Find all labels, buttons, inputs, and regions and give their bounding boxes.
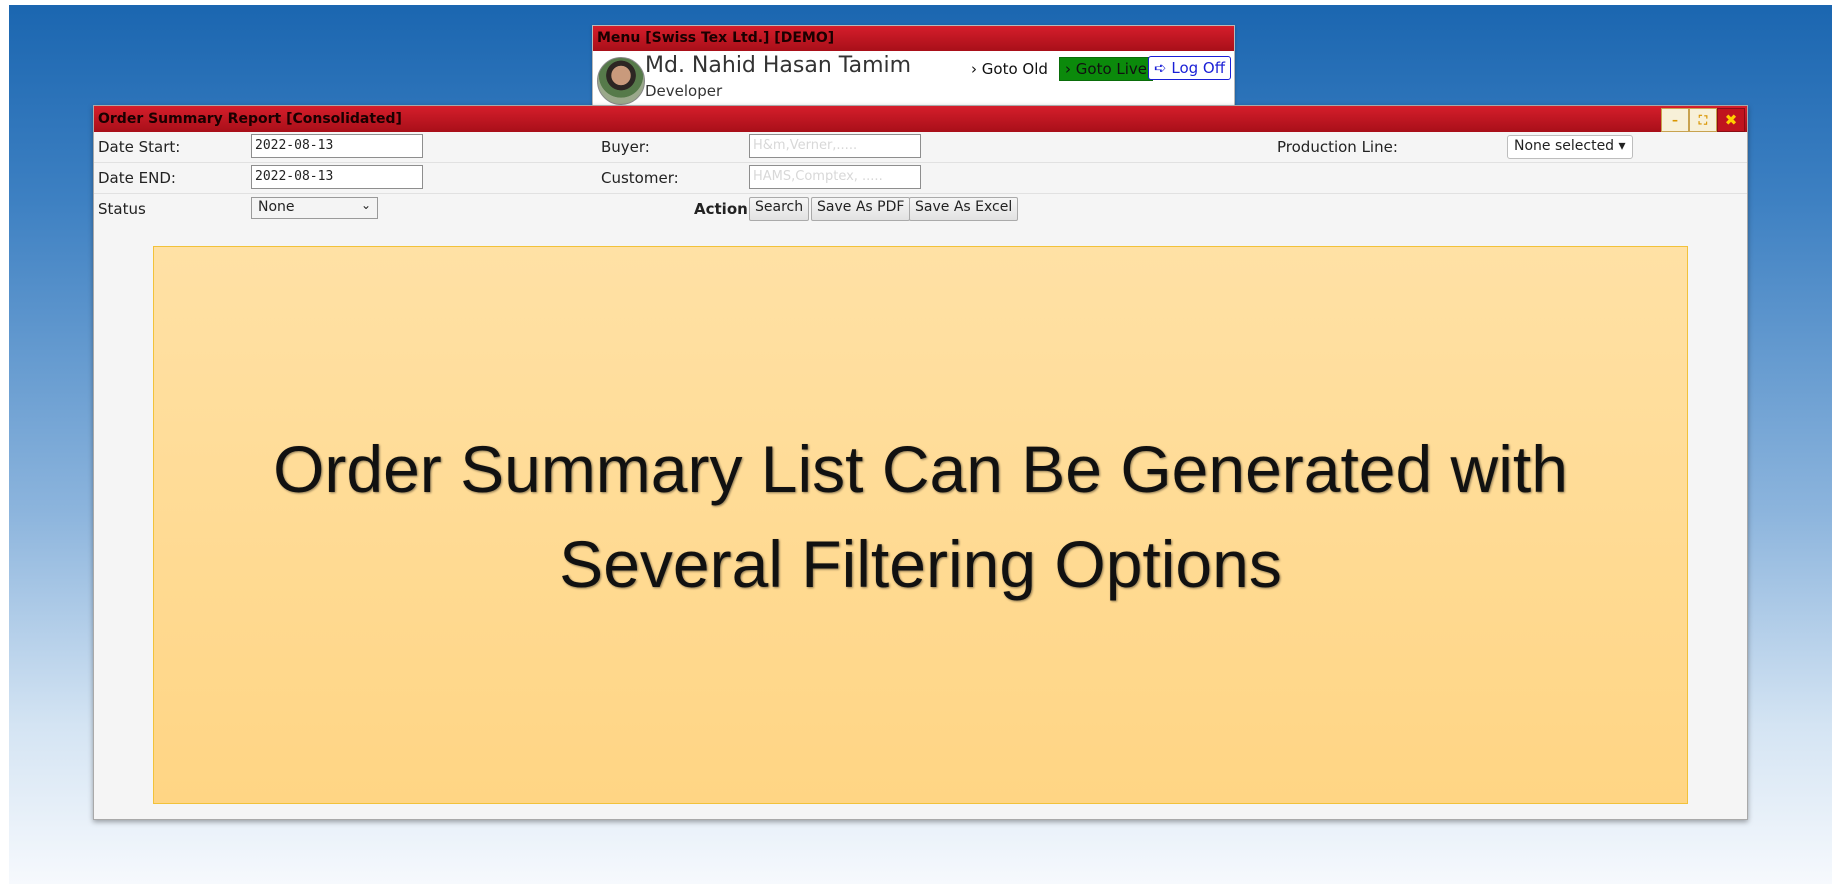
- goto-old-link[interactable]: › Goto Old: [971, 57, 1048, 81]
- caret-down-icon: ▾: [1618, 138, 1626, 154]
- log-off-label: Log Off: [1171, 59, 1226, 77]
- chevron-right-icon: ›: [1065, 60, 1071, 78]
- log-off-button[interactable]: ➪ Log Off: [1148, 56, 1232, 80]
- user-name: Md. Nahid Hasan Tamim: [645, 53, 912, 78]
- search-button[interactable]: Search: [749, 197, 810, 221]
- status-select[interactable]: None ⌄: [251, 197, 378, 219]
- goto-live-label: Goto Live: [1075, 60, 1148, 78]
- report-window-title: Order Summary Report [Consolidated]: [98, 111, 402, 127]
- customer-label: Customer:: [601, 169, 679, 187]
- date-start-input[interactable]: 2022-08-13: [251, 134, 423, 158]
- goto-live-button[interactable]: › Goto Live: [1059, 57, 1154, 81]
- menu-window-body: Md. Nahid Hasan Tamim Developer › Goto O…: [593, 51, 1234, 106]
- report-window-title-bar[interactable]: Order Summary Report [Consolidated] – ⛶ …: [94, 106, 1747, 132]
- production-line-label: Production Line:: [1277, 138, 1398, 156]
- status-label: Status: [98, 200, 146, 218]
- production-line-select[interactable]: None selected ▾: [1507, 135, 1633, 159]
- user-role: Developer: [645, 82, 723, 100]
- minimize-button[interactable]: –: [1661, 108, 1689, 132]
- report-window: Order Summary Report [Consolidated] – ⛶ …: [93, 105, 1748, 820]
- save-as-excel-button[interactable]: Save As Excel: [909, 197, 1019, 221]
- filter-row-3: Status None ⌄ Action: Search Save As PDF…: [94, 194, 1747, 224]
- report-content-area: Order Summary List Can Be Generated with…: [153, 246, 1688, 804]
- date-end-label: Date END:: [98, 169, 176, 187]
- avatar[interactable]: [597, 57, 645, 105]
- status-value: None: [258, 199, 295, 215]
- close-button[interactable]: ✖: [1717, 108, 1745, 132]
- buyer-label: Buyer:: [601, 138, 650, 156]
- production-line-value: None selected: [1514, 138, 1615, 154]
- customer-input[interactable]: HAMS,Comptex, .....: [749, 165, 921, 189]
- action-label: Action:: [694, 200, 754, 218]
- filter-row-1: Date Start: 2022-08-13 Buyer: H&m,Verner…: [94, 132, 1747, 163]
- save-as-pdf-button[interactable]: Save As PDF: [811, 197, 911, 221]
- buyer-input[interactable]: H&m,Verner,.....: [749, 134, 921, 158]
- chevron-down-icon: ⌄: [360, 198, 371, 212]
- date-start-label: Date Start:: [98, 138, 181, 156]
- sign-out-icon: ➪: [1154, 59, 1167, 77]
- menu-window-title: Menu [Swiss Tex Ltd.] [DEMO]: [593, 26, 1234, 51]
- date-end-input[interactable]: 2022-08-13: [251, 165, 423, 189]
- goto-old-label: Goto Old: [981, 60, 1048, 78]
- chevron-right-icon: ›: [971, 60, 977, 78]
- info-banner: Order Summary List Can Be Generated with…: [273, 432, 1568, 601]
- maximize-button[interactable]: ⛶: [1689, 108, 1717, 132]
- filter-row-2: Date END: 2022-08-13 Customer: HAMS,Comp…: [94, 163, 1747, 194]
- menu-window: Menu [Swiss Tex Ltd.] [DEMO] Md. Nahid H…: [592, 25, 1235, 107]
